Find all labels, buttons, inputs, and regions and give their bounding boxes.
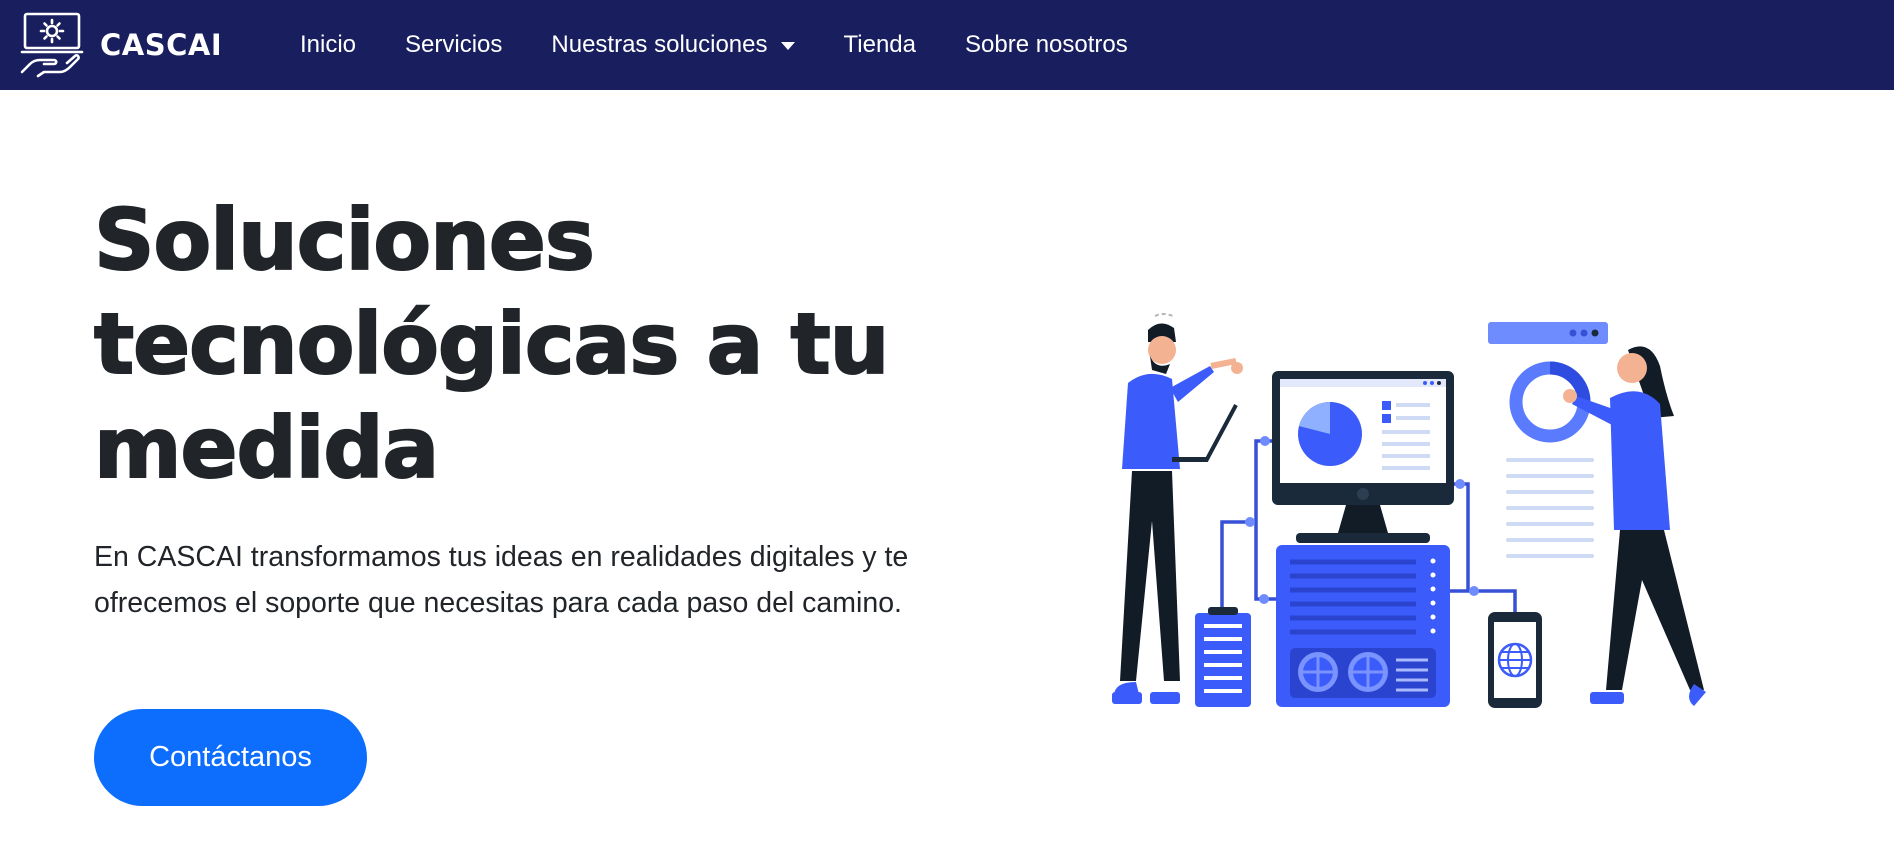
hero-title-line: medida (93, 398, 440, 498)
caret-down-icon (780, 42, 795, 50)
document-icon (1195, 607, 1251, 707)
nav-link-servicios[interactable]: Servicios (405, 31, 502, 59)
nav-link-tienda[interactable]: Tienda (844, 31, 917, 59)
smartphone-icon (1488, 612, 1542, 708)
nav-dropdown-soluciones[interactable]: Nuestras soluciones (551, 31, 795, 59)
hero-title-line: Soluciones (93, 190, 596, 290)
floating-window-icon (1488, 322, 1608, 558)
hero-title-line: tecnológicas a tu (93, 294, 890, 394)
nav-link-sobre-nosotros[interactable]: Sobre nosotros (965, 31, 1128, 59)
top-navbar: CASCAI Inicio Servicios Nuestras solucio… (0, 0, 1894, 90)
laptop-gear-hand-icon (20, 12, 84, 78)
woman-figure (1563, 346, 1706, 706)
nav-link-inicio[interactable]: Inicio (300, 31, 356, 59)
nav-dropdown-label: Nuestras soluciones (551, 31, 768, 58)
brand-name: CASCAI (100, 28, 223, 62)
hero-title: Soluciones tecnológicas a tu medida (93, 188, 914, 500)
server-icon (1276, 545, 1450, 707)
brand-link[interactable]: CASCAI (20, 12, 222, 78)
monitor-icon (1272, 371, 1454, 543)
hero-description: En CASCAI transformamos tus ideas en rea… (94, 541, 909, 619)
tech-team-illustration (1112, 313, 1706, 708)
nav-menu: Inicio Servicios Nuestras soluciones Tie… (300, 0, 1177, 90)
contact-button[interactable]: Contáctanos (94, 709, 367, 806)
